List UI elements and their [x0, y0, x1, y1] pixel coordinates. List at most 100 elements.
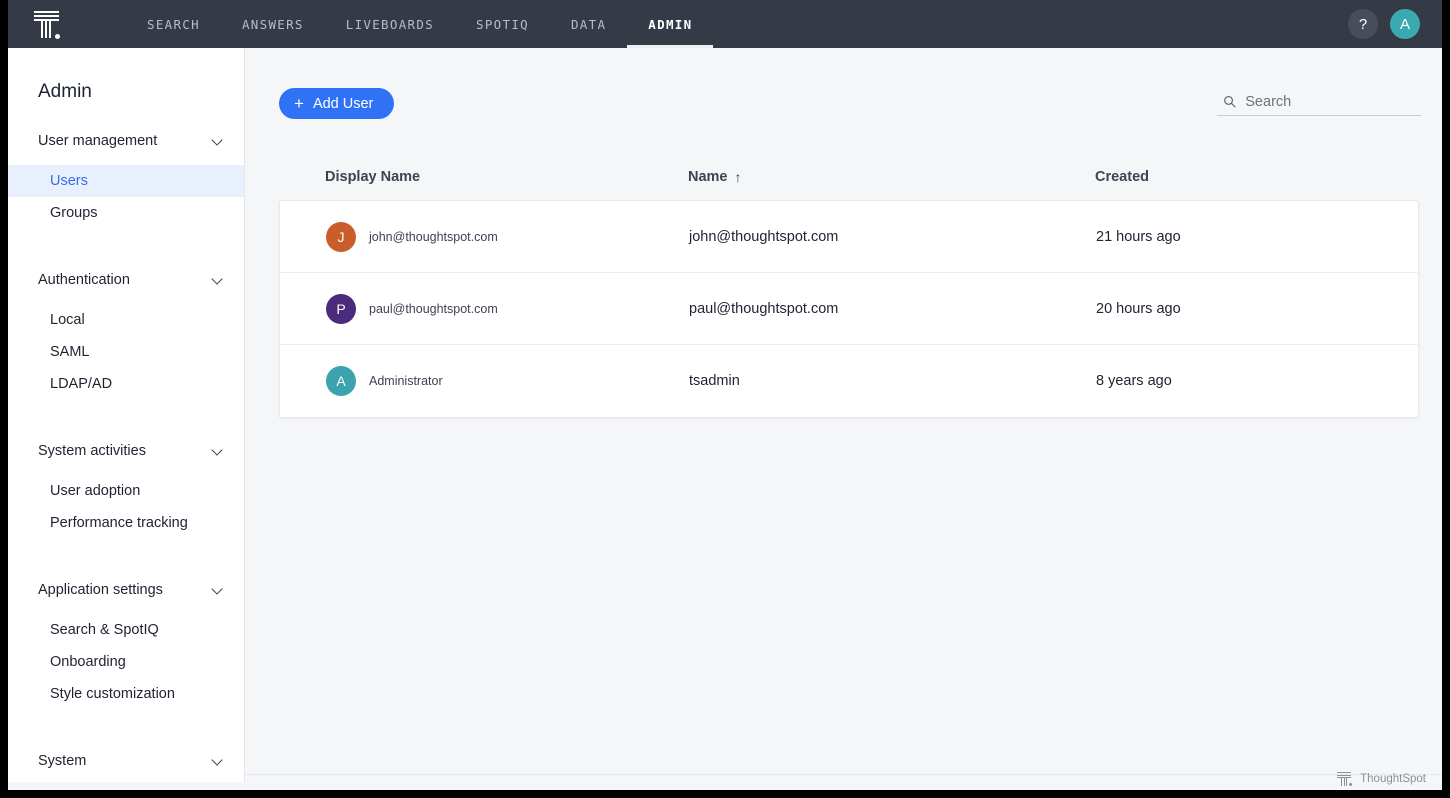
column-header-display-name[interactable]: Display Name — [279, 169, 688, 185]
table-row[interactable]: J john@thoughtspot.com john@thoughtspot.… — [280, 201, 1418, 273]
nav-tab-data[interactable]: DATA — [550, 0, 627, 48]
add-user-button-label: Add User — [313, 96, 373, 112]
avatar-initial: J — [338, 229, 345, 245]
nav-tab-answers[interactable]: ANSWERS — [221, 0, 325, 48]
column-header-label: Name — [688, 169, 728, 185]
column-header-created[interactable]: Created — [1095, 169, 1419, 185]
cell-name: tsadmin — [689, 373, 1096, 389]
table-row[interactable]: A Administrator tsadmin 8 years ago — [280, 345, 1418, 417]
cell-created: 8 years ago — [1096, 373, 1418, 389]
sidebar-group-authentication: Authentication Local SAML LDAP/AD — [8, 266, 244, 400]
sidebar-item-users[interactable]: Users — [8, 165, 244, 197]
display-name-text: paul@thoughtspot.com — [369, 302, 498, 316]
sidebar-item-label: Users — [50, 173, 88, 189]
nav-tab-search[interactable]: SEARCH — [126, 0, 221, 48]
sidebar-item-groups[interactable]: Groups — [8, 197, 244, 229]
admin-sidebar: Admin User management Users Groups Authe… — [8, 48, 245, 782]
sidebar-item-label: Local — [50, 312, 85, 328]
sidebar-sublist-system-activities: User adoption Performance tracking — [8, 475, 244, 539]
sidebar-group-header-system-activities[interactable]: System activities — [8, 437, 244, 465]
sidebar-group-header-application-settings[interactable]: Application settings — [8, 576, 244, 604]
users-table-header-row: Display Name Name ↑ Created — [279, 158, 1419, 196]
sidebar-item-saml[interactable]: SAML — [8, 336, 244, 368]
users-table: J john@thoughtspot.com john@thoughtspot.… — [279, 200, 1419, 418]
sidebar-group-label: User management — [38, 133, 212, 149]
sidebar-item-user-adoption[interactable]: User adoption — [8, 475, 244, 507]
users-content-panel: + Add User Display Name Name ↑ Created — [245, 48, 1442, 782]
cell-display-name: J john@thoughtspot.com — [280, 222, 689, 252]
sidebar-group-system-activities: System activities User adoption Performa… — [8, 437, 244, 539]
sidebar-item-search-spotiq[interactable]: Search & SpotIQ — [8, 614, 244, 646]
chevron-down-icon — [212, 584, 224, 596]
application-window: SEARCH ANSWERS LIVEBOARDS SPOTIQ DATA AD… — [8, 0, 1442, 790]
sidebar-item-performance-tracking[interactable]: Performance tracking — [8, 507, 244, 539]
nav-tab-label: DATA — [571, 17, 606, 32]
help-icon[interactable]: ? — [1348, 9, 1378, 39]
cell-created: 20 hours ago — [1096, 301, 1418, 317]
sidebar-sublist-application-settings: Search & SpotIQ Onboarding Style customi… — [8, 614, 244, 710]
sidebar-item-ldap-ad[interactable]: LDAP/AD — [8, 368, 244, 400]
cell-display-name: P paul@thoughtspot.com — [280, 294, 689, 324]
sidebar-group-label: System activities — [38, 443, 212, 459]
chevron-down-icon — [212, 135, 224, 147]
footer-branding: ThoughtSpot — [1336, 770, 1426, 787]
sidebar-item-label: User adoption — [50, 483, 140, 499]
nav-tab-admin[interactable]: ADMIN — [627, 0, 713, 48]
footer-brand-label: ThoughtSpot — [1360, 773, 1426, 785]
user-avatar-initial: A — [1400, 16, 1410, 33]
sidebar-item-label: Onboarding — [50, 654, 126, 670]
column-header-name[interactable]: Name ↑ — [688, 169, 1095, 185]
add-user-button[interactable]: + Add User — [279, 88, 394, 119]
topbar-actions: ? A — [1348, 9, 1420, 39]
display-name-text: Administrator — [369, 374, 443, 388]
chevron-down-icon — [212, 274, 224, 286]
sidebar-group-user-management: User management Users Groups — [8, 127, 244, 229]
plus-icon: + — [294, 95, 304, 112]
nav-tab-label: ANSWERS — [242, 17, 304, 32]
sidebar-group-header-authentication[interactable]: Authentication — [8, 266, 244, 294]
avatar-initial: A — [336, 373, 345, 389]
avatar: A — [326, 366, 356, 396]
nav-tab-label: ADMIN — [648, 17, 692, 32]
sidebar-group-system: System — [8, 747, 244, 775]
cell-display-name: A Administrator — [280, 366, 689, 396]
sidebar-group-label: Authentication — [38, 272, 212, 288]
sort-ascending-icon: ↑ — [735, 169, 742, 185]
sidebar-group-header-user-management[interactable]: User management — [8, 127, 244, 155]
sidebar-item-local[interactable]: Local — [8, 304, 244, 336]
sidebar-item-onboarding[interactable]: Onboarding — [8, 646, 244, 678]
sidebar-group-label: Application settings — [38, 582, 212, 598]
page-title: Admin — [8, 48, 244, 103]
thoughtspot-logo-icon[interactable] — [30, 7, 64, 41]
nav-tab-label: SEARCH — [147, 17, 200, 32]
sidebar-sublist-authentication: Local SAML LDAP/AD — [8, 304, 244, 400]
search-icon — [1223, 94, 1236, 109]
sidebar-item-label: Performance tracking — [50, 515, 188, 531]
users-toolbar: + Add User — [245, 48, 1442, 140]
search-input[interactable] — [1245, 94, 1415, 110]
sidebar-item-label: LDAP/AD — [50, 376, 112, 392]
sidebar-group-label: System — [38, 753, 212, 769]
sidebar-item-style-customization[interactable]: Style customization — [8, 678, 244, 710]
top-navigation-bar: SEARCH ANSWERS LIVEBOARDS SPOTIQ DATA AD… — [8, 0, 1442, 48]
sidebar-sublist-user-management: Users Groups — [8, 165, 244, 229]
user-avatar[interactable]: A — [1390, 9, 1420, 39]
chevron-down-icon — [212, 755, 224, 767]
nav-tab-spotiq[interactable]: SPOTIQ — [455, 0, 550, 48]
sidebar-group-application-settings: Application settings Search & SpotIQ Onb… — [8, 576, 244, 710]
nav-tab-liveboards[interactable]: LIVEBOARDS — [325, 0, 455, 48]
table-row[interactable]: P paul@thoughtspot.com paul@thoughtspot.… — [280, 273, 1418, 345]
search-box[interactable] — [1217, 88, 1421, 116]
display-name-text: john@thoughtspot.com — [369, 230, 498, 244]
sidebar-group-header-system[interactable]: System — [8, 747, 244, 775]
avatar: P — [326, 294, 356, 324]
help-icon-glyph: ? — [1359, 16, 1367, 33]
primary-nav: SEARCH ANSWERS LIVEBOARDS SPOTIQ DATA AD… — [126, 0, 713, 48]
nav-tab-label: SPOTIQ — [476, 17, 529, 32]
nav-tab-label: LIVEBOARDS — [346, 17, 434, 32]
cell-created: 21 hours ago — [1096, 229, 1418, 245]
footer-divider — [245, 774, 1442, 775]
thoughtspot-logo-icon — [1336, 770, 1353, 787]
avatar-initial: P — [336, 301, 345, 317]
sidebar-item-label: SAML — [50, 344, 90, 360]
